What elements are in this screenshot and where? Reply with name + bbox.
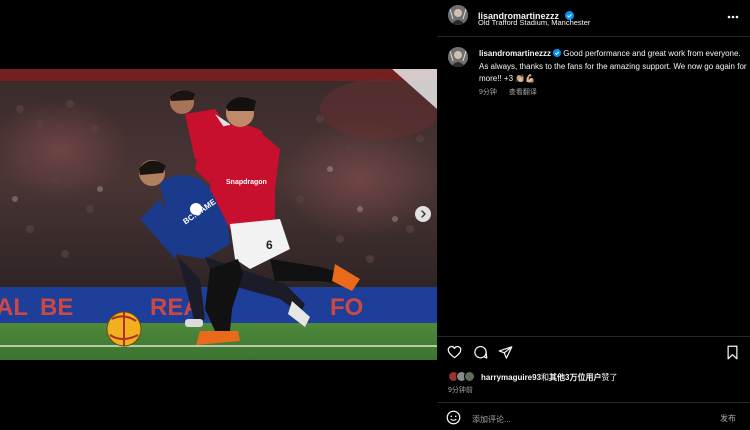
kit-sponsor: Snapdragon <box>226 179 267 186</box>
caption-username[interactable]: lisandromartinezzz <box>479 49 551 58</box>
likes-connector: 和 <box>541 373 550 382</box>
emoji-button[interactable] <box>446 410 462 426</box>
media-pane: AL BE REA FO BC.GAME <box>0 0 437 430</box>
svg-text:FO: FO <box>330 294 363 321</box>
shirt-number: 6 <box>266 238 273 252</box>
post-photo[interactable]: AL BE REA FO BC.GAME <box>0 69 437 360</box>
save-button[interactable] <box>726 345 739 365</box>
caption-avatar[interactable] <box>448 47 468 67</box>
more-horizontal-icon <box>727 15 739 19</box>
caption-meta: 9分钟 查看翻译 <box>479 87 537 97</box>
header-divider <box>437 36 750 37</box>
more-options-button[interactable] <box>727 8 739 22</box>
post-location[interactable]: Old Trafford Stadium, Manchester <box>478 18 590 27</box>
verified-badge-icon <box>553 49 562 57</box>
avatar-image <box>448 47 468 67</box>
see-translation-link[interactable]: 查看翻译 <box>509 89 537 96</box>
likes-others-link[interactable]: 其他3万位用户 <box>549 373 601 382</box>
send-icon <box>498 346 513 359</box>
chevron-right-icon <box>421 210 426 218</box>
actions-divider <box>437 336 750 337</box>
avatar-image <box>448 5 468 25</box>
comment-icon <box>474 345 488 359</box>
svg-text:AL: AL <box>0 294 28 321</box>
liker-avatars <box>448 371 478 383</box>
heart-icon <box>447 345 462 359</box>
liker-username[interactable]: harrymaguire93 <box>481 373 541 382</box>
next-image-button[interactable] <box>415 206 431 222</box>
likes-text: harrymaguire93和其他3万位用户赞了 <box>481 372 617 383</box>
comment-bar: 发布 <box>446 410 742 426</box>
bookmark-icon <box>727 345 738 360</box>
post-comment-button[interactable]: 发布 <box>720 413 736 424</box>
share-button[interactable] <box>498 345 513 365</box>
author-avatar[interactable] <box>448 5 468 25</box>
liker-avatar <box>464 371 475 382</box>
comment-divider <box>437 402 750 403</box>
likes-suffix: 赞了 <box>601 373 618 382</box>
smiley-icon <box>446 410 461 425</box>
caption: lisandromartinezzz Good performance and … <box>479 48 747 86</box>
football-match-photo: AL BE REA FO BC.GAME <box>0 69 437 360</box>
post-timestamp: 9分钟前 <box>448 387 473 394</box>
caption-emoji: 👏🏼💪🏼 <box>515 74 536 83</box>
svg-text:BE: BE <box>40 294 73 321</box>
comment-button[interactable] <box>473 345 488 365</box>
football <box>106 311 142 347</box>
like-button[interactable] <box>447 345 462 364</box>
comment-input[interactable] <box>472 413 692 425</box>
caption-time: 9分钟 <box>479 89 497 96</box>
